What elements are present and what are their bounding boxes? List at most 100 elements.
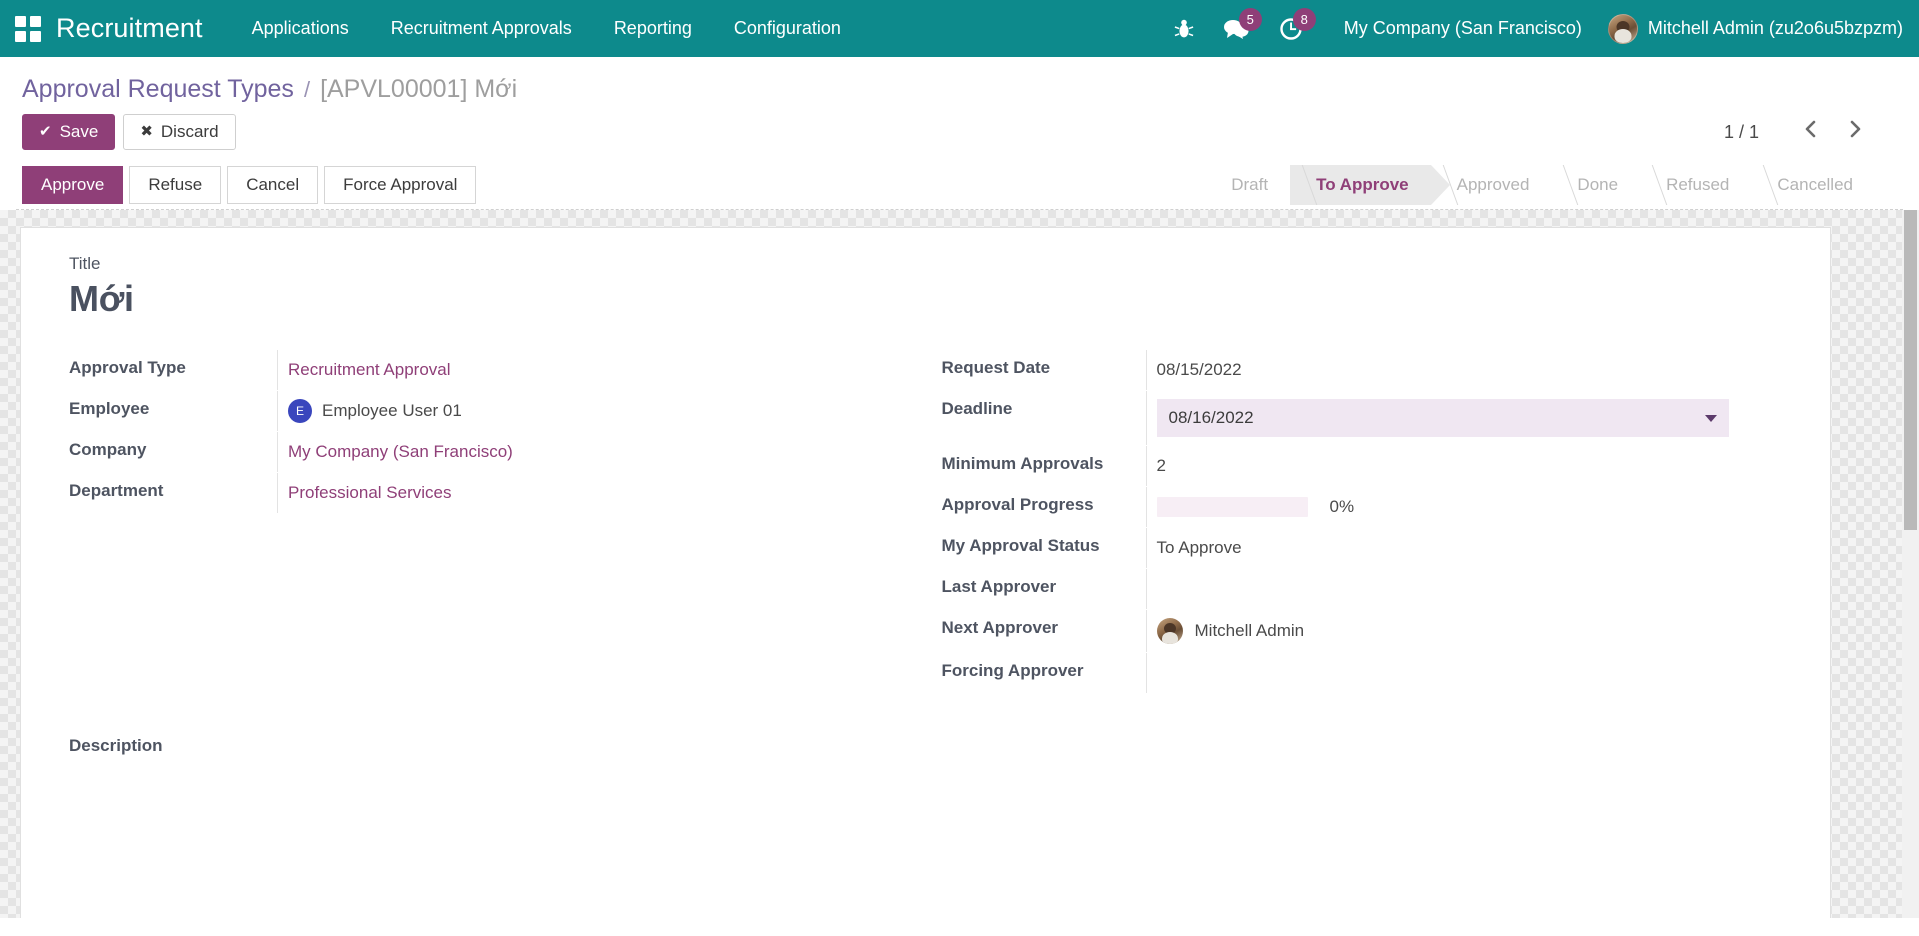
breadcrumb-row: Approval Request Types / [APVL00001] Mới bbox=[16, 57, 1903, 106]
employee-avatar: E bbox=[288, 399, 312, 424]
action-statusbar-row: Approve Refuse Cancel Force Approval Dra… bbox=[16, 160, 1903, 211]
breadcrumb: Approval Request Types / [APVL00001] Mới bbox=[22, 75, 517, 104]
activities-menu-button[interactable]: 8 bbox=[1264, 0, 1318, 57]
next-approver-avatar bbox=[1156, 618, 1183, 645]
status-stage-draft[interactable]: Draft bbox=[1205, 165, 1290, 205]
field-next-approver-label: Next Approver bbox=[941, 618, 1059, 638]
field-approval-type-label: Approval Type bbox=[69, 358, 186, 378]
field-forcing-approver-label: Forcing Approver bbox=[941, 661, 1084, 681]
refuse-button[interactable]: Refuse bbox=[129, 165, 222, 204]
app-brand-recruitment[interactable]: Recruitment bbox=[56, 13, 211, 44]
discard-button[interactable]: ✖ Discard bbox=[123, 114, 236, 151]
status-stage-refused[interactable]: Refused bbox=[1640, 165, 1751, 205]
title-value[interactable]: Mới bbox=[69, 278, 1782, 320]
field-deadline-label: Deadline bbox=[941, 399, 1013, 419]
description-block: Description bbox=[69, 736, 1782, 756]
field-forcing-approver: Forcing Approver bbox=[941, 653, 1783, 694]
save-button[interactable]: ✔ Save bbox=[22, 114, 116, 151]
field-employee-value[interactable]: Employee User 01 bbox=[322, 401, 462, 421]
check-icon: ✔ bbox=[39, 123, 52, 141]
breadcrumb-root-link[interactable]: Approval Request Types bbox=[22, 75, 294, 104]
activities-count-badge: 8 bbox=[1292, 8, 1316, 31]
vertical-scrollbar[interactable] bbox=[1902, 210, 1919, 919]
force-approval-button[interactable]: Force Approval bbox=[324, 165, 477, 204]
status-bar: Draft To Approve Approved Done Refused C… bbox=[1205, 164, 1897, 205]
approve-button[interactable]: Approve bbox=[22, 165, 124, 204]
field-request-date-label: Request Date bbox=[941, 358, 1051, 378]
nav-item-applications[interactable]: Applications bbox=[231, 0, 370, 57]
nav-item-configuration[interactable]: Configuration bbox=[713, 0, 862, 57]
form-view-container: Title Mới Approval Type Recruitment Appr… bbox=[0, 210, 1919, 919]
approval-progress-bar bbox=[1156, 497, 1308, 518]
breadcrumb-separator: / bbox=[303, 77, 311, 102]
field-my-approval-status: My Approval Status To Approve bbox=[941, 528, 1783, 569]
field-approval-type-value[interactable]: Recruitment Approval bbox=[288, 360, 451, 380]
field-minimum-approvals-value[interactable]: 2 bbox=[1145, 446, 1783, 487]
chevron-left-icon bbox=[1805, 120, 1816, 138]
apps-menu-button[interactable] bbox=[0, 0, 56, 57]
deadline-input[interactable] bbox=[1156, 399, 1729, 438]
control-panel: Approval Request Types / [APVL00001] Mới… bbox=[0, 57, 1919, 211]
cancel-button[interactable]: Cancel bbox=[227, 165, 319, 204]
field-my-approval-status-label: My Approval Status bbox=[941, 536, 1100, 556]
field-department: Department Professional Services bbox=[69, 473, 926, 514]
debug-menu-button[interactable] bbox=[1160, 0, 1208, 57]
field-request-date-value[interactable]: 08/15/2022 bbox=[1145, 350, 1783, 391]
bug-icon bbox=[1174, 19, 1194, 37]
status-stage-done[interactable]: Done bbox=[1551, 165, 1640, 205]
field-department-value[interactable]: Professional Services bbox=[288, 483, 451, 503]
field-employee-label: Employee bbox=[69, 399, 150, 419]
field-next-approver-value-cell: Mitchell Admin bbox=[1145, 610, 1783, 653]
save-discard-row: ✔ Save ✖ Discard 1 / 1 bbox=[16, 106, 1903, 160]
messages-count-badge: 5 bbox=[1238, 8, 1262, 31]
field-company: Company My Company (San Francisco) bbox=[69, 432, 926, 473]
deadline-input-wrapper[interactable] bbox=[1156, 399, 1729, 438]
field-company-value[interactable]: My Company (San Francisco) bbox=[288, 442, 513, 462]
pager-previous-button[interactable] bbox=[1789, 117, 1831, 147]
field-employee-value-cell: E Employee User 01 bbox=[277, 391, 926, 432]
status-stage-to-approve[interactable]: To Approve bbox=[1290, 164, 1450, 205]
form-column-left: Approval Type Recruitment Approval Emplo… bbox=[69, 350, 926, 694]
workflow-action-buttons: Approve Refuse Cancel Force Approval bbox=[22, 165, 482, 204]
company-switcher[interactable]: My Company (San Francisco) bbox=[1318, 18, 1604, 39]
title-block: Title Mới bbox=[69, 254, 1782, 320]
record-pager: 1 / 1 bbox=[1724, 117, 1897, 147]
approval-progress-text: 0% bbox=[1329, 497, 1355, 517]
field-approval-type-value-cell: Recruitment Approval bbox=[277, 350, 926, 391]
top-navbar: Recruitment Applications Recruitment App… bbox=[0, 0, 1919, 57]
field-request-date: Request Date 08/15/2022 bbox=[941, 350, 1783, 391]
progress-row: 0% bbox=[1156, 497, 1355, 518]
field-employee: Employee E Employee User 01 bbox=[69, 391, 926, 432]
field-next-approver: Next Approver Mitchell Admin bbox=[941, 610, 1783, 653]
x-icon: ✖ bbox=[140, 123, 153, 141]
nav-item-reporting[interactable]: Reporting bbox=[593, 0, 713, 57]
user-avatar bbox=[1607, 13, 1638, 44]
save-button-label: Save bbox=[59, 122, 99, 141]
form-column-right: Request Date 08/15/2022 Deadline Minimum… bbox=[926, 350, 1783, 694]
field-last-approver-value bbox=[1145, 569, 1783, 610]
status-stage-cancelled[interactable]: Cancelled bbox=[1751, 165, 1875, 205]
field-approval-progress-label: Approval Progress bbox=[941, 495, 1094, 515]
field-approval-type: Approval Type Recruitment Approval bbox=[69, 350, 926, 391]
field-next-approver-value: Mitchell Admin bbox=[1194, 621, 1305, 641]
field-last-approver-label: Last Approver bbox=[941, 577, 1057, 597]
scrollbar-thumb[interactable] bbox=[1904, 210, 1917, 531]
field-department-value-cell: Professional Services bbox=[277, 473, 926, 514]
status-stage-approved[interactable]: Approved bbox=[1431, 165, 1552, 205]
chevron-right-icon bbox=[1850, 120, 1861, 138]
navbar-menu: Applications Recruitment Approvals Repor… bbox=[231, 0, 862, 57]
field-deadline-value-cell bbox=[1145, 391, 1783, 446]
user-menu[interactable]: Mitchell Admin (zu2o6u5bzpzm) bbox=[1604, 13, 1903, 44]
title-label: Title bbox=[69, 254, 101, 274]
messages-menu-button[interactable]: 5 bbox=[1208, 0, 1264, 57]
field-forcing-approver-value bbox=[1145, 653, 1783, 694]
user-menu-label: Mitchell Admin (zu2o6u5bzpzm) bbox=[1647, 18, 1903, 38]
pager-next-button[interactable] bbox=[1835, 117, 1877, 147]
field-company-value-cell: My Company (San Francisco) bbox=[277, 432, 926, 473]
field-approval-progress: Approval Progress 0% bbox=[941, 487, 1783, 528]
nav-item-recruitment-approvals[interactable]: Recruitment Approvals bbox=[370, 0, 593, 57]
field-department-label: Department bbox=[69, 481, 164, 501]
field-deadline: Deadline bbox=[941, 391, 1783, 446]
field-last-approver: Last Approver bbox=[941, 569, 1783, 610]
field-company-label: Company bbox=[69, 440, 147, 460]
